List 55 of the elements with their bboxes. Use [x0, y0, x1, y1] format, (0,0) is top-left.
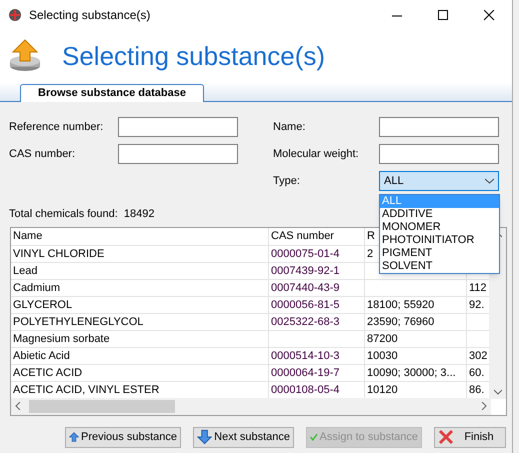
table-cell: 18100; 55920	[365, 296, 467, 312]
field-label: CAS number:	[9, 146, 76, 162]
table-cell: 0000056-81-5	[269, 296, 365, 312]
table-cell: VINYL CHLORIDE	[11, 246, 269, 262]
table-cell: Abietic Acid	[11, 348, 269, 364]
input-field[interactable]	[118, 144, 238, 164]
upload-drive-icon	[8, 39, 42, 73]
close-icon	[438, 429, 454, 445]
scroll-left-icon	[15, 402, 21, 410]
type-dropdown[interactable]: ALL	[379, 171, 499, 191]
table-cell: Lead	[11, 262, 269, 278]
close-icon	[484, 10, 494, 20]
table-cell: 23590; 76960	[365, 314, 467, 330]
field-label: Reference number:	[9, 120, 104, 135]
total-label: Total chemicals found:	[9, 207, 118, 222]
table-cell: 0007440-43-9	[269, 280, 365, 296]
scroll-right-icon	[481, 402, 487, 410]
down-arrow-icon	[197, 429, 212, 445]
table-cell: Magnesium sorbate	[11, 330, 269, 346]
column-header[interactable]: Name	[11, 228, 269, 244]
table-cell: POLYETHYLENEGLYCOL	[11, 314, 269, 330]
horizontal-scrollbar[interactable]	[11, 398, 491, 414]
dropdown-option[interactable]: SOLVENT	[380, 260, 499, 273]
action-button[interactable]: Finish	[434, 426, 506, 448]
chevron-icon	[485, 178, 494, 184]
field-label: Name:	[273, 120, 306, 135]
table-cell: 87200	[365, 330, 467, 346]
action-button[interactable]: Previous substance	[65, 426, 181, 448]
column-header[interactable]: CAS number	[269, 228, 365, 244]
input-field[interactable]	[379, 144, 499, 164]
input-field[interactable]	[118, 117, 238, 137]
dialog-heading: Selecting substance(s)	[62, 40, 326, 72]
dropdown-option[interactable]: ADDITIVE	[380, 208, 499, 221]
dropdown-option[interactable]: MONOMER	[380, 221, 499, 234]
input-field[interactable]	[379, 117, 499, 137]
table-cell: 0007439-92-1	[269, 262, 365, 278]
field-label: Type:	[273, 174, 301, 189]
table-cell: ACETIC ACID	[11, 364, 269, 380]
table-cell: 10030	[365, 348, 467, 364]
maximize-icon	[438, 10, 448, 20]
tab[interactable]: Browse substance database	[20, 84, 204, 102]
dropdown-option[interactable]: PHOTOINITIATOR	[380, 234, 499, 247]
table-cell: 0000514-10-3	[269, 348, 365, 364]
total-count: 18492	[124, 207, 154, 222]
app-icon	[8, 8, 22, 22]
window-title: Selecting substance(s)	[29, 7, 150, 24]
field-label: Molecular weight:	[273, 146, 360, 162]
table-cell: 10090; 30000; 3...	[365, 364, 467, 380]
table-cell: 0000064-19-7	[269, 364, 365, 380]
table-cell: 0000075-01-4	[269, 246, 365, 262]
scroll-down-icon	[494, 388, 502, 394]
table-cell: GLYCEROL	[11, 296, 269, 312]
table-cell: 0025322-68-3	[269, 314, 365, 330]
table-cell: Cadmium	[11, 280, 269, 296]
action-button[interactable]: Next substance	[193, 426, 294, 448]
